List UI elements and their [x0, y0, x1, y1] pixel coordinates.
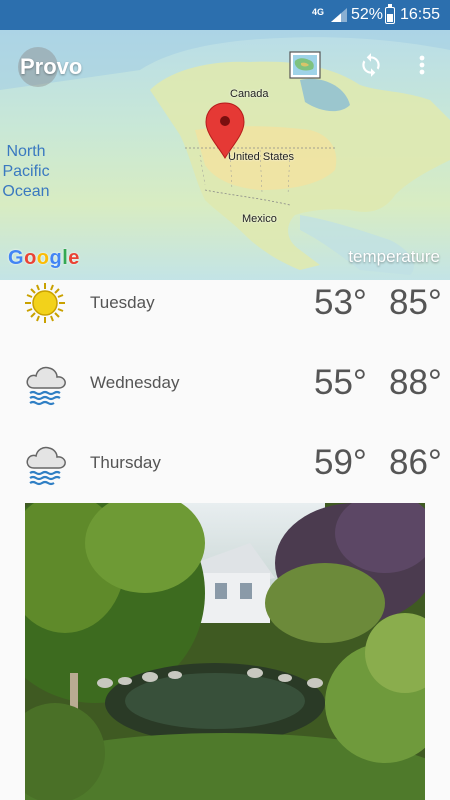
status-bar: 4G 52% 16:55 — [0, 0, 450, 30]
battery-icon — [385, 4, 395, 24]
refresh-icon — [362, 53, 380, 77]
ocean-line-2: Pacific — [2, 163, 50, 180]
more-vert-icon — [419, 55, 425, 75]
label-canada: Canada — [230, 88, 269, 100]
forecast-low: 59° — [314, 443, 367, 482]
clock: 16:55 — [400, 6, 441, 23]
battery-percent: 52% — [351, 6, 384, 23]
google-letter: o — [36, 247, 50, 269]
forecast-row[interactable]: Wednesday 55° 88° — [0, 360, 450, 440]
forecast-low: 53° — [314, 283, 367, 322]
garden-scene — [25, 503, 425, 800]
forecast-day: Tuesday — [90, 293, 155, 312]
label-mexico: Mexico — [242, 213, 277, 225]
label-united-states: United States — [228, 151, 295, 163]
forecast-high: 85° — [389, 283, 442, 322]
forecast-day: Wednesday — [90, 373, 180, 392]
label-ocean: North Pacific Ocean — [0, 142, 52, 202]
signal-icon — [331, 8, 347, 22]
ocean-line-3: Ocean — [2, 183, 50, 200]
rain-cloud-icon — [26, 366, 66, 406]
google-letter: e — [68, 247, 80, 269]
weather-map[interactable]: Provo Canada United States Mexico North … — [0, 30, 450, 280]
network-type: 4G — [312, 7, 325, 17]
ocean-line-1: North — [6, 143, 46, 160]
sun-icon — [25, 283, 65, 323]
rain-cloud-icon — [26, 446, 66, 486]
forecast-row[interactable]: Tuesday 53° 85° — [0, 280, 450, 360]
forecast-low: 55° — [314, 363, 367, 402]
location-photo — [25, 503, 425, 800]
map-layer-label: temperature — [348, 247, 440, 266]
forecast-high: 86° — [389, 443, 442, 482]
map-layer-icon — [289, 51, 321, 79]
google-letter: G — [8, 247, 25, 269]
overflow-menu-button[interactable] — [410, 50, 434, 80]
forecast-high: 88° — [389, 363, 442, 402]
google-letter: o — [24, 247, 37, 269]
map-layer-button[interactable] — [288, 50, 322, 80]
google-attribution: Google — [8, 247, 80, 270]
forecast-day: Thursday — [90, 453, 161, 472]
city-name[interactable]: Provo — [20, 54, 82, 80]
refresh-button[interactable] — [355, 50, 387, 80]
google-letter: g — [49, 247, 63, 269]
